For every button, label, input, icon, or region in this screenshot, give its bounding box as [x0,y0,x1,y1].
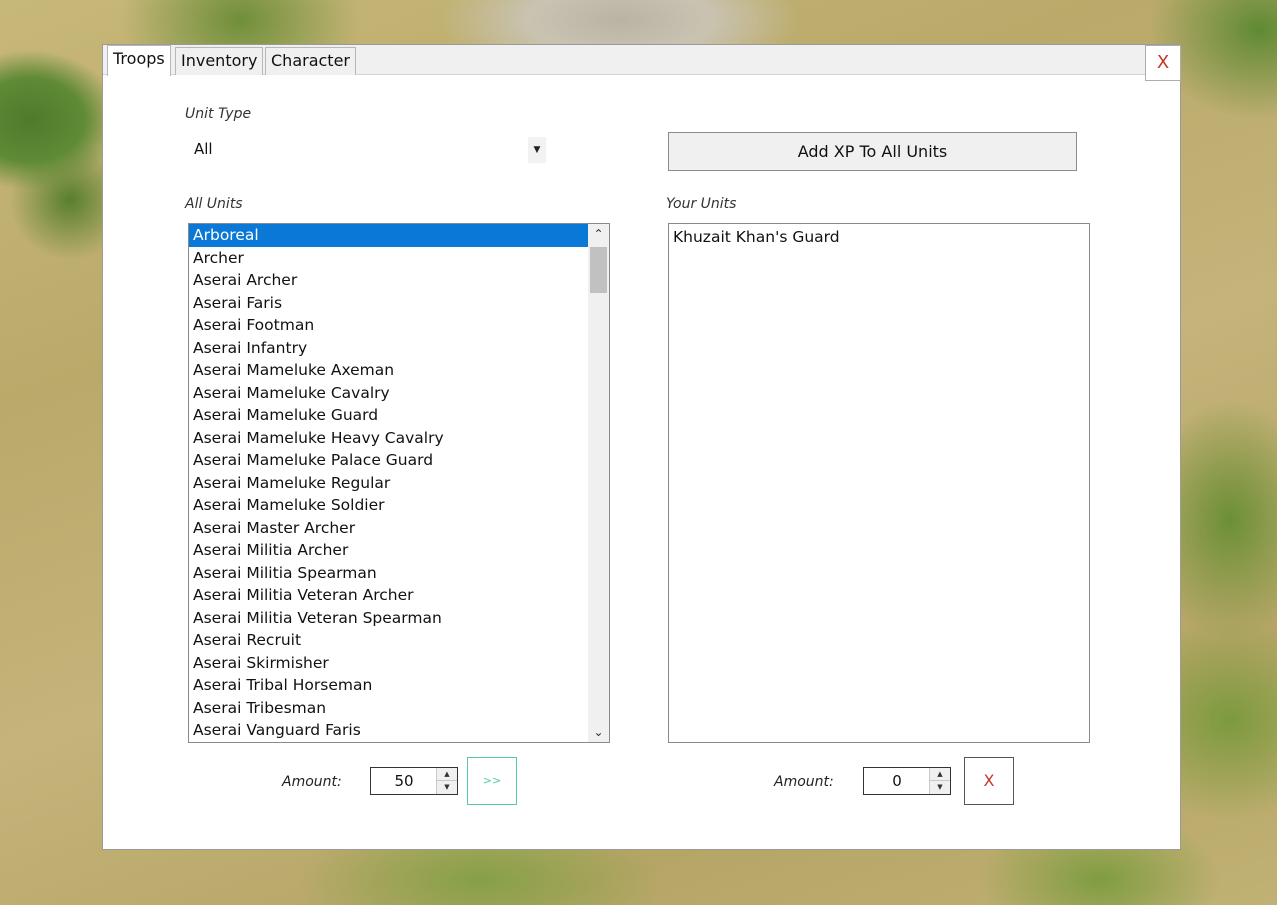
tab-strip: Troops Inventory Character [103,45,1180,76]
spin-down-icon[interactable]: ▼ [437,781,457,794]
list-item[interactable]: Aserai Skirmisher [189,652,588,675]
troops-editor-window: Troops Inventory Character X Unit Type A… [102,44,1181,850]
list-item[interactable]: Aserai Militia Archer [189,539,588,562]
list-item[interactable]: Aserai Mameluke Soldier [189,494,588,517]
right-spin-buttons: ▲ ▼ [929,768,950,794]
spin-down-icon[interactable]: ▼ [930,781,950,794]
your-units-list[interactable]: Khuzait Khan's Guard [668,223,1090,743]
chevron-down-icon[interactable]: ▼ [528,137,546,163]
list-item[interactable]: Aserai Mameluke Axeman [189,359,588,382]
all-units-items: Arboreal Archer Aserai Archer Aserai Faris A… [189,224,588,742]
add-xp-button[interactable]: Add XP To All Units [668,132,1077,171]
unit-type-dropdown[interactable]: All ▼ [186,133,546,165]
list-item[interactable]: Aserai Footman [189,314,588,337]
list-item[interactable]: Aserai Mameluke Guard [189,404,588,427]
tab-troops[interactable]: Troops [107,45,171,76]
your-units-items: Khuzait Khan's Guard [669,226,1089,249]
list-item[interactable]: Aserai Mameluke Cavalry [189,382,588,405]
unit-type-label: Unit Type [185,106,252,122]
tab-character[interactable]: Character [265,47,356,75]
unit-type-value: All [194,140,213,158]
right-amount-label: Amount: [774,774,834,790]
left-amount-label: Amount: [282,774,342,790]
list-item[interactable]: Aserai Master Archer [189,517,588,540]
tab-inventory[interactable]: Inventory [175,47,264,75]
list-item[interactable]: Aserai Militia Veteran Archer [189,584,588,607]
list-item[interactable]: Aserai Archer [189,269,588,292]
spin-up-icon[interactable]: ▲ [437,768,457,781]
list-item[interactable]: Aserai Mameluke Palace Guard [189,449,588,472]
list-item[interactable]: Aserai Militia Spearman [189,562,588,585]
list-item[interactable]: Aserai Mameluke Regular [189,472,588,495]
your-units-label: Your Units [666,196,737,212]
left-amount-stepper[interactable]: 50 ▲ ▼ [370,767,458,795]
list-item[interactable]: Arboreal [189,224,588,247]
left-amount-value[interactable]: 50 [371,768,437,794]
remove-button[interactable]: X [964,757,1014,805]
list-item[interactable]: Aserai Infantry [189,337,588,360]
all-units-label: All Units [185,196,243,212]
chevron-down-icon[interactable]: ⌄ [588,722,609,742]
close-button[interactable]: X [1145,45,1181,81]
right-amount-value[interactable]: 0 [864,768,930,794]
list-item[interactable]: Aserai Mameluke Heavy Cavalry [189,427,588,450]
right-amount-stepper[interactable]: 0 ▲ ▼ [863,767,951,795]
list-item[interactable]: Khuzait Khan's Guard [669,226,1089,249]
list-item[interactable]: Aserai Tribal Horseman [189,674,588,697]
transfer-button[interactable]: >> [467,757,517,805]
list-item[interactable]: Aserai Recruit [189,629,588,652]
all-units-scrollbar[interactable]: ⌃ ⌄ [588,224,609,742]
chevron-up-icon[interactable]: ⌃ [588,224,609,244]
list-item[interactable]: Archer [189,247,588,270]
list-item[interactable]: Aserai Tribesman [189,697,588,720]
spin-up-icon[interactable]: ▲ [930,768,950,781]
list-item[interactable]: Aserai Vanguard Faris [189,719,588,742]
all-units-list[interactable]: Arboreal Archer Aserai Archer Aserai Faris A… [188,223,610,743]
left-spin-buttons: ▲ ▼ [436,768,457,794]
list-item[interactable]: Aserai Faris [189,292,588,315]
scroll-thumb[interactable] [590,247,607,293]
list-item[interactable]: Aserai Militia Veteran Spearman [189,607,588,630]
